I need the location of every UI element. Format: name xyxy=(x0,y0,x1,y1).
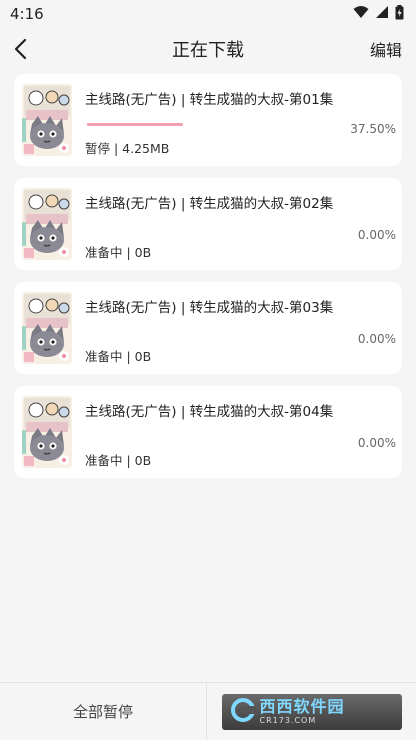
cover-art xyxy=(22,188,72,260)
signal-icon xyxy=(375,5,389,23)
pause-all-button[interactable]: 全部暂停 xyxy=(0,683,207,740)
download-list: 主线路(无广告) | 转生成猫的大叔-第01集 暂停 | 4.25MB 37.50%… xyxy=(0,70,416,478)
download-percent: 0.00% xyxy=(357,228,396,242)
download-percent: 0.00% xyxy=(357,436,396,450)
download-progress-fill xyxy=(87,123,183,126)
download-item-body: 主线路(无广告) | 转生成猫的大叔-第04集 准备中 | 0B 0.00% xyxy=(85,394,402,478)
episode-cover-image xyxy=(22,396,72,468)
battery-icon xyxy=(395,4,404,24)
download-status: 准备中 | 0B xyxy=(85,453,152,468)
download-status: 准备中 | 0B xyxy=(85,349,152,364)
episode-title: 主线路(无广告) | 转生成猫的大叔-第01集 xyxy=(85,92,334,108)
back-arrow-icon[interactable] xyxy=(12,38,30,60)
download-status: 暂停 | 4.25MB xyxy=(85,141,170,156)
cover-art xyxy=(22,84,72,156)
bottom-bar: 全部暂停 西西软件园 CR173.COM xyxy=(0,682,416,740)
status-bar: 4:16 xyxy=(0,0,416,28)
episode-cover-image xyxy=(22,188,72,260)
edit-button[interactable]: 编辑 xyxy=(370,37,402,61)
download-item-body: 主线路(无广告) | 转生成猫的大叔-第02集 准备中 | 0B 0.00% xyxy=(85,186,402,270)
download-item[interactable]: 主线路(无广告) | 转生成猫的大叔-第04集 准备中 | 0B 0.00% xyxy=(14,386,402,478)
episode-cover-image xyxy=(22,292,72,364)
download-item-body: 主线路(无广告) | 转生成猫的大叔-第03集 准备中 | 0B 0.00% xyxy=(85,290,402,374)
watermark-text: 西西软件园 CR173.COM xyxy=(259,696,345,725)
page-title: 正在下载 xyxy=(172,40,244,61)
episode-title: 主线路(无广告) | 转生成猫的大叔-第02集 xyxy=(85,196,334,212)
watermark-sub-text: CR173.COM xyxy=(259,715,317,725)
download-item[interactable]: 主线路(无广告) | 转生成猫的大叔-第02集 准备中 | 0B 0.00% xyxy=(14,178,402,270)
status-time: 4:16 xyxy=(10,5,44,23)
cover-art xyxy=(22,396,72,468)
episode-title: 主线路(无广告) | 转生成猫的大叔-第04集 xyxy=(85,404,334,420)
episode-cover-image xyxy=(22,84,72,156)
download-progress-bar xyxy=(87,123,183,126)
watermark: 西西软件园 CR173.COM xyxy=(207,683,416,740)
top-bar: 正在下载 编辑 xyxy=(0,28,416,70)
download-percent: 0.00% xyxy=(357,332,396,346)
download-item[interactable]: 主线路(无广告) | 转生成猫的大叔-第03集 准备中 | 0B 0.00% xyxy=(14,282,402,374)
download-item[interactable]: 主线路(无广告) | 转生成猫的大叔-第01集 暂停 | 4.25MB 37.50% xyxy=(14,74,402,166)
cover-art xyxy=(22,292,72,364)
download-status: 准备中 | 0B xyxy=(85,245,152,260)
watermark-main-text: 西西软件园 xyxy=(259,696,345,716)
watermark-logo-icon xyxy=(230,697,256,727)
status-icons xyxy=(353,4,404,24)
download-percent: 37.50% xyxy=(350,122,396,136)
wifi-icon xyxy=(353,5,369,23)
download-item-body: 主线路(无广告) | 转生成猫的大叔-第01集 暂停 | 4.25MB 37.50% xyxy=(85,82,402,166)
episode-title: 主线路(无广告) | 转生成猫的大叔-第03集 xyxy=(85,300,334,316)
watermark-logo-box: 西西软件园 CR173.COM xyxy=(221,693,402,730)
